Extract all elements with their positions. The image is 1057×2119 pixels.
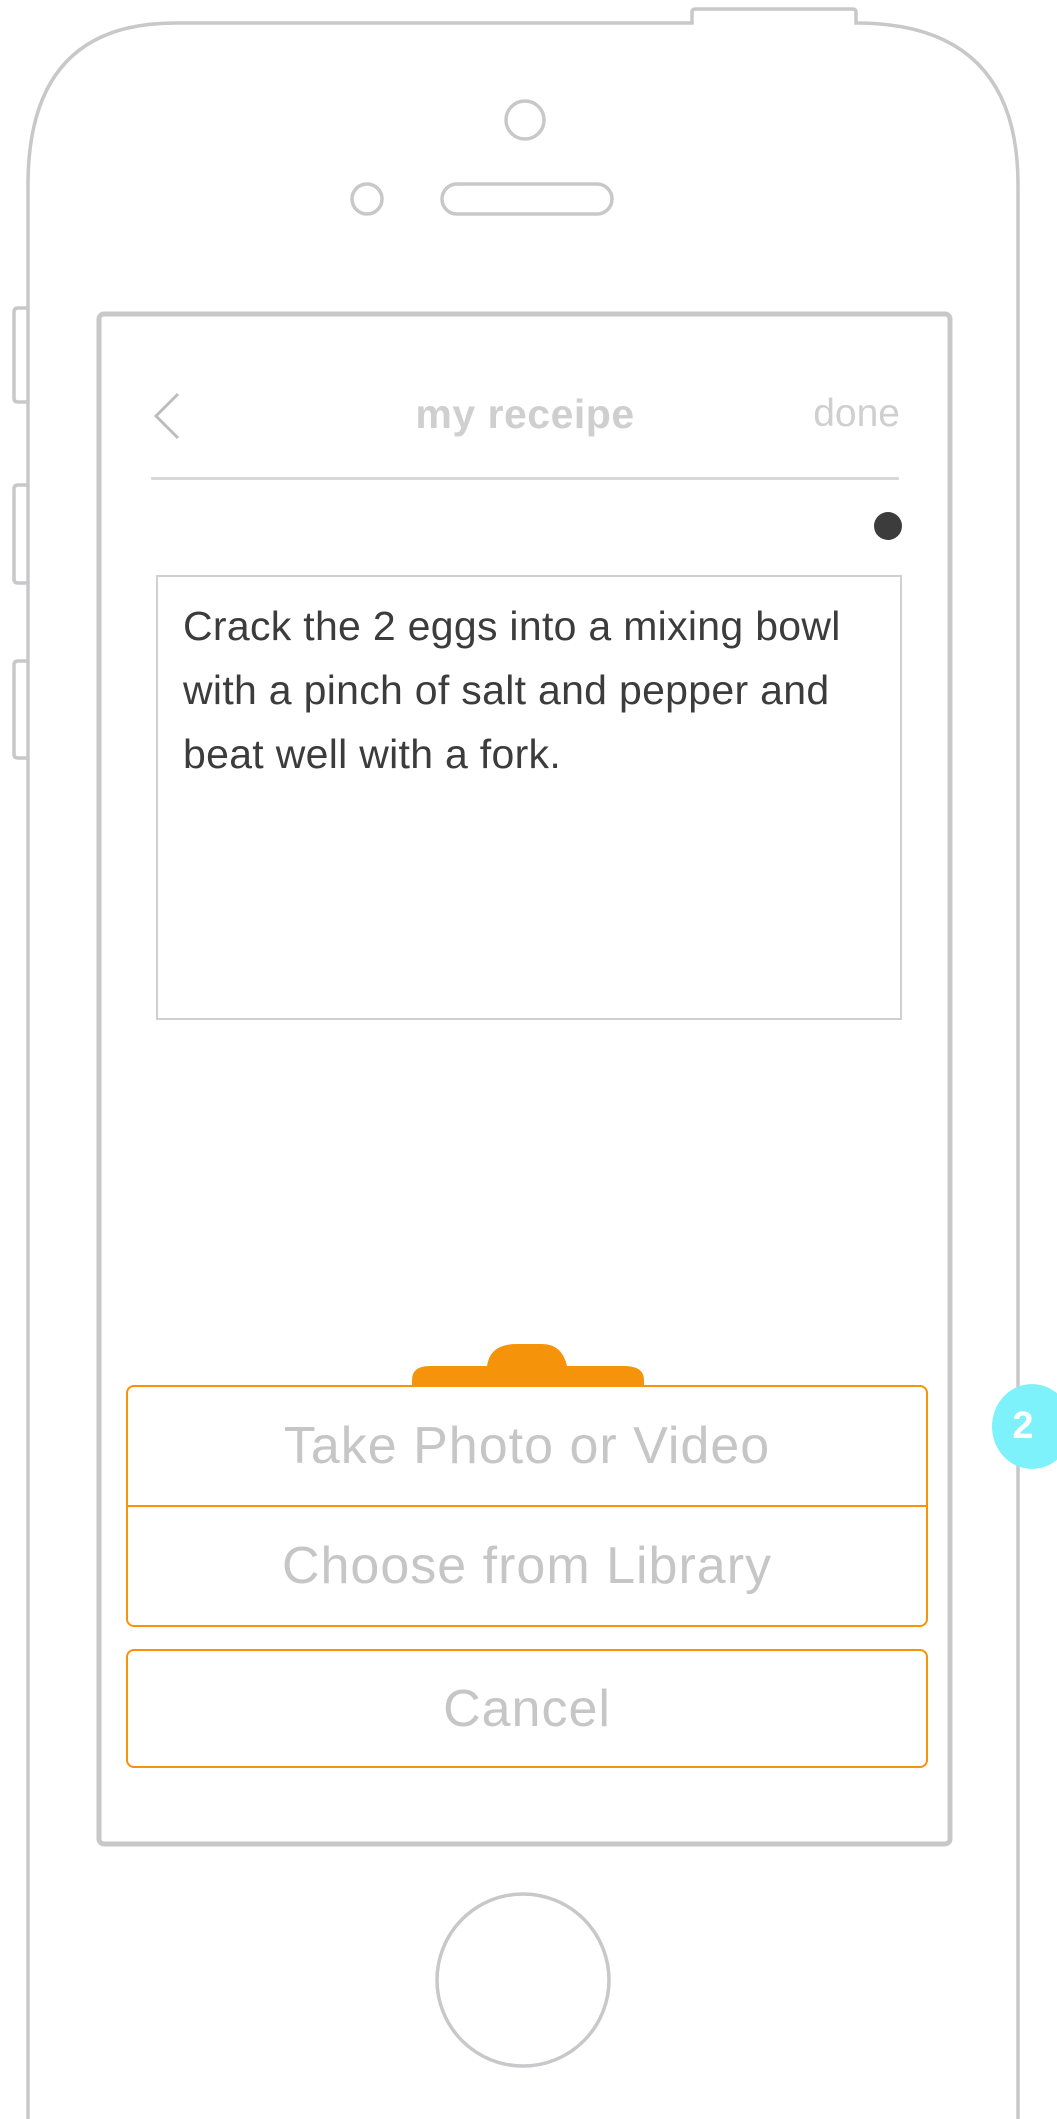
cancel-button[interactable]: Cancel xyxy=(126,1649,928,1768)
chevron-left-icon xyxy=(153,392,180,440)
action-sheet-handle xyxy=(412,1344,644,1386)
status-dot xyxy=(874,512,902,540)
page-title: my receipe xyxy=(415,391,635,437)
step-text: Crack the 2 eggs into a mixing bowl with… xyxy=(183,603,841,777)
back-button[interactable] xyxy=(148,388,188,444)
nav-divider xyxy=(151,477,899,480)
take-photo-button[interactable]: Take Photo or Video xyxy=(126,1385,928,1505)
choose-library-button[interactable]: Choose from Library xyxy=(126,1507,928,1625)
phone-frame xyxy=(12,7,1020,2119)
done-button[interactable]: done xyxy=(780,384,900,444)
